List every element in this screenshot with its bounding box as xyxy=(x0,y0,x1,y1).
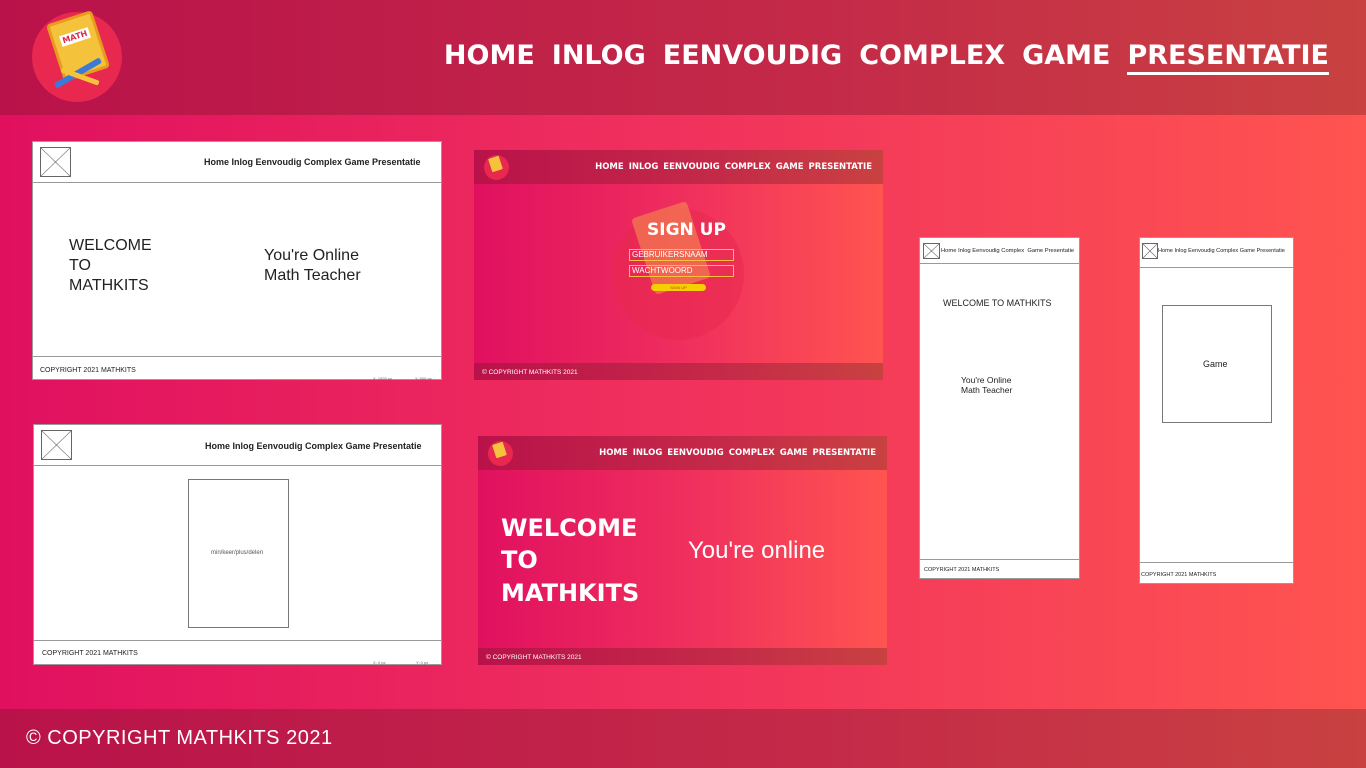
mockup-nav-presentatie: PRESENTATIE xyxy=(808,162,872,172)
wireframe-operations-desktop: Home Inlog Eenvoudig Complex Game Presen… xyxy=(33,424,442,665)
mockup-header: HOME INLOG EENVOUDIG COMPLEX GAME PRESEN… xyxy=(478,436,887,470)
mockup-welcome-line-1: WELCOME xyxy=(501,514,638,542)
mockup-nav-complex: COMPLEX xyxy=(724,162,771,172)
top-navigation-bar: MATH HOME INLOG EENVOUDIG COMPLEX GAME P… xyxy=(0,0,1366,115)
mockup-nav-home: HOME xyxy=(595,162,624,172)
mockup-nav-eenvoudig: EENVOUDIG xyxy=(663,162,720,172)
mockup-home: HOME INLOG EENVOUDIG COMPLEX GAME PRESEN… xyxy=(478,436,887,665)
wireframe-copyright: COPYRIGHT 2021 MATHKITS xyxy=(924,567,1000,573)
x-coordinate-readout: X: 1920 px xyxy=(373,376,393,381)
password-field[interactable]: WACHTWOORD xyxy=(629,265,734,277)
nav-complex[interactable]: COMPLEX xyxy=(859,40,1005,75)
nav-eenvoudig[interactable]: EENVOUDIG xyxy=(663,40,842,75)
y-coordinate-readout: Y: 500 px xyxy=(415,376,432,381)
logo-placeholder-icon xyxy=(41,430,72,460)
wireframe-mobile-home: Home Inlog Eenvoudig Complex Game Presen… xyxy=(919,237,1080,579)
wireframe-copyright: COPYRIGHT 2021 MATHKITS xyxy=(42,650,138,657)
mockup-copyright: © COPYRIGHT MATHKITS 2021 xyxy=(486,654,582,661)
mockup-nav-game: GAME xyxy=(779,448,808,458)
mockup-welcome-line-2: TO xyxy=(501,546,538,574)
mockup-nav-presentatie: PRESENTATIE xyxy=(812,448,876,458)
wireframe-home-desktop: Home Inlog Eenvoudig Complex Game Presen… xyxy=(32,141,442,381)
main-nav: HOME INLOG EENVOUDIG COMPLEX GAME PRESEN… xyxy=(444,40,1329,75)
wireframe-copyright: COPYRIGHT 2021 MATHKITS xyxy=(1141,572,1217,578)
game-label: Game xyxy=(1203,359,1228,369)
mockup-nav: HOME INLOG EENVOUDIG COMPLEX GAME PRESEN… xyxy=(595,162,872,172)
logo-placeholder-icon xyxy=(40,147,71,177)
logo-placeholder-icon xyxy=(1142,243,1158,259)
wireframe-mobile-game: Home Inlog Eenvoudig Complex Game Presen… xyxy=(1139,237,1294,584)
nav-home[interactable]: HOME xyxy=(444,40,535,75)
mockup-tagline: You're online xyxy=(688,537,826,564)
mockup-welcome-line-3: MATHKITS xyxy=(501,579,640,607)
wireframe-nav: Home Inlog Eenvoudig Complex Game Presen… xyxy=(205,441,422,451)
mockup-header: HOME INLOG EENVOUDIG COMPLEX GAME PRESEN… xyxy=(474,150,883,184)
mathkits-logo xyxy=(488,441,513,466)
mockup-nav-home: HOME xyxy=(599,448,628,458)
mathkits-logo[interactable]: MATH xyxy=(32,10,122,102)
mobile-tagline-line-2: Math Teacher xyxy=(961,385,1013,395)
mockup-footer: © COPYRIGHT MATHKITS 2021 xyxy=(474,363,883,380)
welcome-line-3: MATHKITS xyxy=(69,277,149,294)
tagline-line-1: You're Online xyxy=(264,247,359,264)
mockup-nav: HOME INLOG EENVOUDIG COMPLEX GAME PRESEN… xyxy=(599,448,876,458)
wireframe-nav: Home Inlog Eenvoudig Complex Game Presen… xyxy=(1158,248,1285,254)
wireframe-nav: Home Inlog Eenvoudig Complex Game Presen… xyxy=(941,248,1075,254)
nav-inlog[interactable]: INLOG xyxy=(552,40,646,75)
mockup-nav-inlog: INLOG xyxy=(628,162,659,172)
logo-placeholder-icon xyxy=(923,243,940,259)
x-coordinate-readout: X: 0 px xyxy=(373,660,386,665)
mockup-nav-inlog: INLOG xyxy=(632,448,663,458)
mockup-nav-game: GAME xyxy=(775,162,804,172)
nav-presentatie[interactable]: PRESENTATIE xyxy=(1127,40,1329,75)
nav-game[interactable]: GAME xyxy=(1022,40,1110,75)
operations-label: min/keer/plus/delen xyxy=(211,550,264,556)
mockup-copyright: © COPYRIGHT MATHKITS 2021 xyxy=(482,369,578,376)
mockup-signup: HOME INLOG EENVOUDIG COMPLEX GAME PRESEN… xyxy=(474,150,883,380)
mathkits-logo xyxy=(484,155,509,180)
mobile-welcome: WELCOME TO MATHKITS xyxy=(943,298,1052,308)
wireframe-nav: Home Inlog Eenvoudig Complex Game Presen… xyxy=(204,157,421,167)
welcome-line-2: TO xyxy=(69,257,91,274)
signup-button[interactable]: SIGN UP xyxy=(651,284,706,291)
welcome-line-1: WELCOME xyxy=(69,237,152,254)
mockup-nav-eenvoudig: EENVOUDIG xyxy=(667,448,724,458)
signup-title: SIGN UP xyxy=(647,220,726,240)
tagline-line-2: Math Teacher xyxy=(264,267,361,284)
username-field[interactable]: GEBRUIKERSNAAM xyxy=(629,249,734,261)
wireframe-copyright: COPYRIGHT 2021 MATHKITS xyxy=(40,367,136,374)
page-footer: © COPYRIGHT MATHKITS 2021 xyxy=(0,709,1366,768)
y-coordinate-readout: Y: 0 px xyxy=(416,660,429,665)
footer-copyright: © COPYRIGHT MATHKITS 2021 xyxy=(26,727,333,749)
mobile-tagline-line-1: You're Online xyxy=(961,375,1012,385)
logo-text: MATH xyxy=(59,27,91,47)
mockup-nav-complex: COMPLEX xyxy=(728,448,775,458)
mockup-footer: © COPYRIGHT MATHKITS 2021 xyxy=(478,648,887,665)
